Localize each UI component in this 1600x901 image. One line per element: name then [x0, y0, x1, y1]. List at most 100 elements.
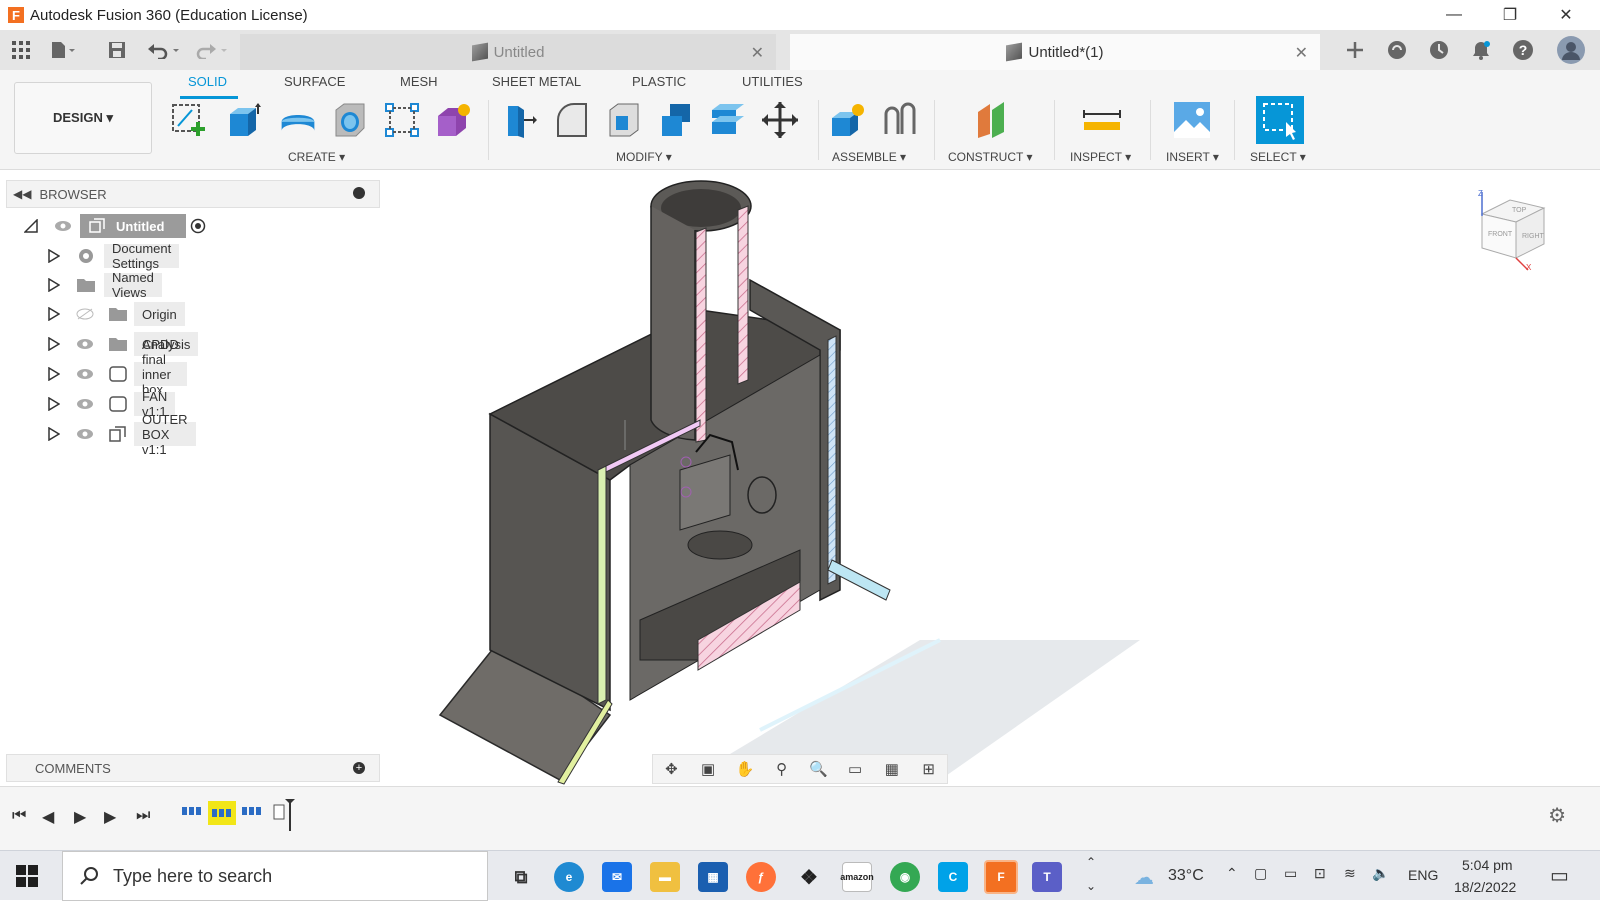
display-settings-icon[interactable]: ▭ — [844, 760, 866, 778]
visibility-eye-icon[interactable] — [76, 428, 94, 440]
offset-face-icon[interactable] — [708, 100, 748, 140]
redo-icon[interactable] — [192, 38, 232, 62]
tab-mesh[interactable]: MESH — [400, 74, 438, 89]
pan-hand-icon[interactable]: ✋ — [734, 760, 756, 778]
volume-icon[interactable]: 🔈 — [1372, 865, 1389, 882]
clock-time[interactable]: 5:04 pm — [1462, 857, 1513, 873]
edge-browser-icon[interactable]: e — [554, 862, 584, 892]
go-to-start-icon[interactable]: ⏮ — [12, 807, 26, 825]
minimize-button[interactable]: — — [1426, 0, 1482, 30]
root-component-label[interactable]: Untitled — [80, 214, 186, 238]
visibility-eye-icon[interactable] — [76, 338, 94, 350]
firefox-icon[interactable]: ƒ — [746, 862, 776, 892]
create-form-icon[interactable] — [434, 100, 474, 140]
expand-arrow-icon[interactable] — [48, 307, 60, 321]
fillet-icon[interactable] — [552, 100, 592, 140]
weather-temperature[interactable]: 33°C — [1168, 867, 1204, 885]
modify-group-label[interactable]: MODIFY ▾ — [616, 150, 672, 164]
job-status-icon[interactable] — [1426, 38, 1452, 62]
3d-model-viewport[interactable]: TOP FRONT RIGHT Z X — [380, 170, 1600, 786]
orbit-icon[interactable]: ✥ — [660, 760, 682, 778]
windows-start-icon[interactable] — [16, 865, 38, 892]
step-back-icon[interactable]: ◀ — [42, 807, 54, 827]
teams-icon[interactable]: T — [1032, 862, 1062, 892]
expand-arrow-icon[interactable] — [48, 367, 60, 381]
tab-surface[interactable]: SURFACE — [284, 74, 345, 89]
tray-overflow-down-icon[interactable]: ⌄ — [1086, 879, 1096, 893]
timeline-feature-icon[interactable] — [180, 801, 204, 823]
undo-icon[interactable] — [144, 38, 184, 62]
tray-overflow-up-icon[interactable]: ⌃ — [1086, 855, 1096, 869]
cortana-app-icon[interactable]: C — [938, 862, 968, 892]
minimize-panel-icon[interactable] — [353, 187, 365, 199]
new-component-icon[interactable] — [828, 100, 868, 140]
microsoft-store-icon[interactable]: ▦ — [698, 862, 728, 892]
model-canvas[interactable]: TOP FRONT RIGHT Z X — [380, 170, 1600, 786]
tab-untitled-1[interactable]: Untitled*(1) ✕ — [790, 34, 1320, 70]
inspect-group-label[interactable]: INSPECT ▾ — [1070, 150, 1131, 164]
help-icon[interactable]: ? — [1510, 38, 1536, 62]
workspace-switcher[interactable]: DESIGN ▾ — [14, 82, 152, 154]
amazon-icon[interactable]: amazon — [840, 862, 874, 892]
avatar[interactable] — [1556, 35, 1586, 65]
app-grid-icon[interactable] — [8, 38, 34, 62]
tab-utilities[interactable]: UTILITIES — [742, 74, 803, 89]
zoom-window-icon[interactable]: 🔍 — [807, 760, 829, 778]
file-explorer-icon[interactable]: ▬ — [650, 862, 680, 892]
expand-arrow-icon[interactable] — [48, 278, 60, 292]
language-indicator[interactable]: ENG — [1408, 867, 1438, 883]
chrome-icon[interactable]: ◉ — [890, 862, 920, 892]
timeline-marker-icon[interactable] — [272, 797, 302, 833]
tab-untitled[interactable]: Untitled ✕ — [240, 34, 776, 70]
close-tab-icon[interactable]: ✕ — [1295, 43, 1308, 63]
mail-icon[interactable]: ✉ — [602, 862, 632, 892]
shell-icon[interactable] — [604, 100, 644, 140]
press-pull-icon[interactable] — [500, 100, 540, 140]
grid-settings-icon[interactable]: ▦ — [881, 760, 903, 778]
expand-arrow-icon[interactable] — [48, 397, 60, 411]
battery-icon[interactable]: ▭ — [1284, 865, 1297, 882]
extrude-icon[interactable] — [224, 100, 264, 140]
step-forward-icon[interactable]: ▶ — [104, 807, 116, 827]
revolve-icon[interactable] — [278, 100, 318, 140]
select-group-label[interactable]: SELECT ▾ — [1250, 150, 1306, 164]
pattern-icon[interactable] — [382, 100, 422, 140]
combine-icon[interactable] — [656, 100, 696, 140]
look-at-icon[interactable]: ▣ — [697, 760, 719, 778]
create-group-label[interactable]: CREATE ▾ — [288, 150, 345, 164]
collapse-panel-icon[interactable]: ◀◀ — [13, 187, 31, 201]
viewports-icon[interactable]: ⊞ — [918, 760, 940, 778]
notifications-bell-icon[interactable] — [1468, 38, 1494, 62]
wifi-icon[interactable]: ≋ — [1344, 865, 1356, 882]
move-copy-icon[interactable] — [760, 100, 800, 140]
close-tab-icon[interactable]: ✕ — [751, 43, 764, 63]
expand-arrow-icon[interactable] — [48, 337, 60, 351]
dropbox-icon[interactable]: ❖ — [794, 862, 824, 892]
tab-solid[interactable]: SOLID — [188, 74, 227, 89]
create-sketch-icon[interactable] — [170, 100, 210, 140]
timeline-feature-icon[interactable] — [240, 801, 264, 823]
offset-plane-icon[interactable] — [974, 100, 1014, 140]
expand-icon[interactable] — [24, 219, 38, 233]
joint-icon[interactable] — [880, 100, 920, 140]
timeline-settings-gear-icon[interactable]: ⚙ — [1548, 803, 1566, 828]
insert-group-label[interactable]: INSERT ▾ — [1166, 150, 1219, 164]
file-menu-icon[interactable] — [50, 38, 76, 62]
tab-plastic[interactable]: PLASTIC — [632, 74, 686, 89]
visibility-eye-icon[interactable] — [76, 398, 94, 410]
meet-now-icon[interactable]: ▢ — [1254, 865, 1267, 882]
zoom-icon[interactable]: ⚲ — [771, 760, 793, 778]
insert-image-icon[interactable] — [1172, 100, 1212, 140]
add-comment-icon[interactable]: + — [353, 762, 365, 774]
network-icon[interactable]: ⊡ — [1314, 865, 1326, 882]
fusion-360-taskbar-icon[interactable]: F — [984, 860, 1018, 894]
hidden-eye-icon[interactable] — [76, 308, 94, 320]
action-center-icon[interactable]: ▭ — [1550, 863, 1569, 888]
expand-arrow-icon[interactable] — [48, 249, 60, 263]
visibility-eye-icon[interactable] — [76, 368, 94, 380]
taskbar-search-input[interactable]: Type here to search — [62, 851, 488, 901]
expand-arrow-icon[interactable] — [48, 427, 60, 441]
close-button[interactable]: ✕ — [1538, 0, 1594, 30]
task-view-icon[interactable]: ⧉ — [506, 862, 536, 892]
visibility-eye-icon[interactable] — [54, 220, 72, 232]
